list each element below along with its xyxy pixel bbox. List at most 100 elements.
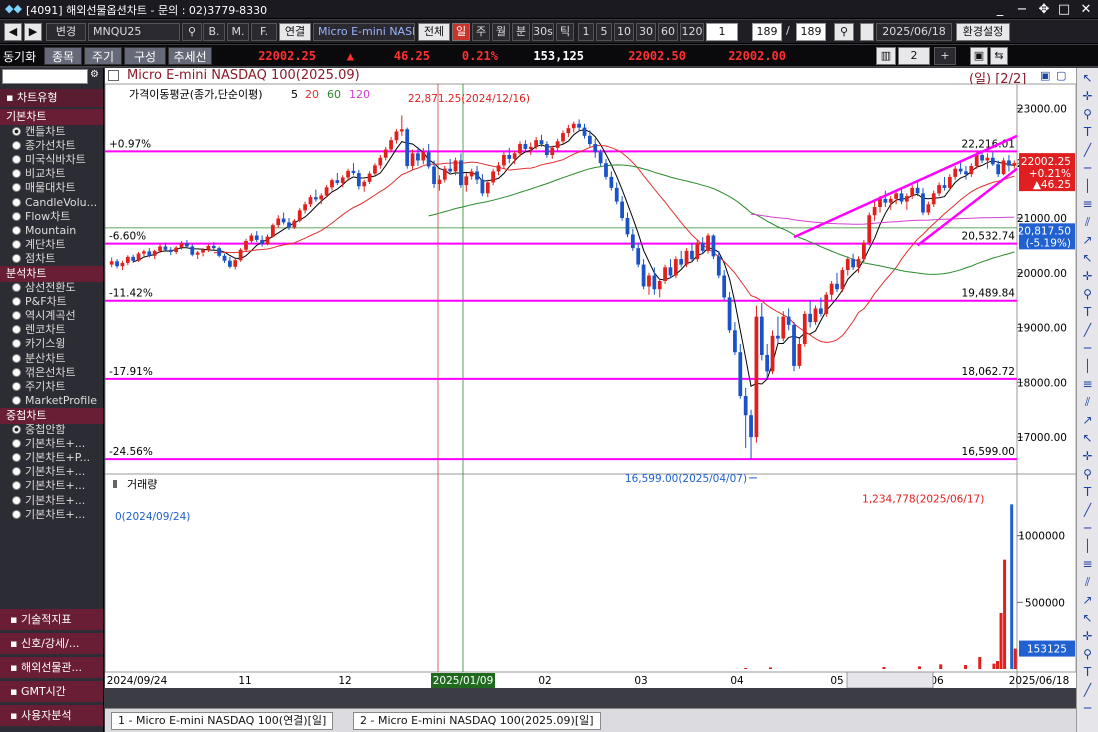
fibonacci-icon[interactable]: ≡ <box>1079 196 1096 213</box>
chart-type-header[interactable]: ▪ 차트유형 <box>0 89 103 107</box>
interval-1-button[interactable]: 1 <box>578 23 594 41</box>
chart-type-option[interactable]: 점차트 <box>12 252 104 266</box>
crosshair-icon[interactable]: ✛ <box>1079 628 1096 645</box>
restore-icon[interactable]: − <box>1012 1 1032 18</box>
radio-icon[interactable] <box>12 367 21 377</box>
crosshair-icon[interactable]: ✛ <box>1079 88 1096 105</box>
period-month-button[interactable]: 월 <box>492 23 510 41</box>
chart-svg[interactable]: 23000.0022000.0021000.0020000.0019000.00… <box>104 83 1077 689</box>
radio-icon[interactable] <box>12 297 21 307</box>
tab-layout[interactable]: 구성 <box>124 47 166 65</box>
left-bottom-button[interactable]: ▪ GMT시간 <box>0 680 103 702</box>
add-chart-button[interactable]: + <box>934 47 956 65</box>
chart-type-option[interactable]: 비교차트 <box>12 167 104 181</box>
vertical-line-icon[interactable]: │ <box>1079 358 1096 375</box>
chart-type-option[interactable]: Mountain <box>12 224 104 238</box>
tab-period[interactable]: 주기 <box>84 47 122 65</box>
arrow-icon[interactable]: ↗ <box>1079 412 1096 429</box>
chart-type-option[interactable]: 기본차트+... <box>12 465 104 479</box>
nav-next-button[interactable]: ▶ <box>24 23 42 41</box>
all-button[interactable]: 전체 <box>418 23 450 41</box>
text-icon[interactable]: T <box>1079 304 1096 321</box>
channel-icon[interactable]: ⫽ <box>1079 574 1096 591</box>
chart-select-checkbox[interactable] <box>108 70 119 81</box>
pointer-icon[interactable]: ↖ <box>1079 70 1096 87</box>
chart-type-option[interactable]: 종가선차트 <box>12 139 104 153</box>
left-bottom-button[interactable]: ▪ 해외선물관... <box>0 656 103 678</box>
chart-restore-icon[interactable]: ▣ <box>1040 69 1050 82</box>
interval-5-button[interactable]: 5 <box>596 23 612 41</box>
chart-area[interactable]: 23000.0022000.0021000.0020000.0019000.00… <box>104 83 1077 689</box>
symbol-code-input[interactable]: MNQU25 <box>88 23 180 41</box>
tab-symbol[interactable]: 종목 <box>44 47 82 65</box>
radio-icon[interactable] <box>12 239 21 249</box>
crosshair-icon[interactable]: ✛ <box>1079 448 1096 465</box>
radio-icon[interactable] <box>12 509 21 519</box>
f-button[interactable]: F. <box>251 23 277 41</box>
horizontal-line-icon[interactable]: ─ <box>1079 160 1096 177</box>
left-bottom-button[interactable]: ▪ 기술적지표 <box>0 608 103 630</box>
radio-icon[interactable] <box>12 127 21 136</box>
chart-type-option[interactable]: 삼선전환도 <box>12 281 104 295</box>
radio-icon[interactable] <box>12 495 21 505</box>
symbol-search-icon[interactable]: ⚲ <box>182 23 202 41</box>
interval-120-button[interactable]: 120 <box>680 23 704 41</box>
radio-icon[interactable] <box>12 183 21 193</box>
chart-type-option[interactable]: 기본차트+... <box>12 494 104 508</box>
chart-close-icon[interactable]: ▢ <box>1056 69 1066 82</box>
nav-prev-button[interactable]: ◀ <box>4 23 22 41</box>
count-input[interactable]: 189 <box>752 23 782 41</box>
move-icon[interactable]: ✥ <box>1034 1 1054 18</box>
chart-type-option[interactable]: 매물대차트 <box>12 181 104 195</box>
left-search-input[interactable] <box>2 69 88 84</box>
close-icon[interactable]: ✕ <box>1076 1 1096 18</box>
chart-type-option[interactable]: 분산차트 <box>12 352 104 366</box>
radio-icon[interactable] <box>12 211 21 221</box>
crosshair-icon[interactable]: ✛ <box>1079 268 1096 285</box>
pointer-icon[interactable]: ↖ <box>1079 430 1096 447</box>
text-icon[interactable]: T <box>1079 664 1096 681</box>
radio-icon[interactable] <box>12 311 21 321</box>
chart-type-option[interactable]: 렌코차트 <box>12 323 104 337</box>
chart-type-option[interactable]: Flow차트 <box>12 210 104 224</box>
radio-icon[interactable] <box>12 155 21 165</box>
trendline-icon[interactable]: ╱ <box>1079 142 1096 159</box>
radio-icon[interactable] <box>12 141 21 151</box>
tab-chart-1[interactable]: 1 - Micro E-mini NASDAQ 100(연결)[일] <box>111 712 334 730</box>
radio-icon[interactable] <box>12 197 21 207</box>
channel-icon[interactable]: ⫽ <box>1079 214 1096 231</box>
radio-icon[interactable] <box>12 169 21 179</box>
chart-type-option[interactable]: CandleVolu... <box>12 196 104 210</box>
radio-icon[interactable] <box>12 467 21 477</box>
radio-icon[interactable] <box>12 225 21 235</box>
period-tick-button[interactable]: 틱 <box>556 23 574 41</box>
radio-icon[interactable] <box>12 283 21 292</box>
interval-10-button[interactable]: 10 <box>614 23 634 41</box>
m-button[interactable]: M. <box>227 23 249 41</box>
radio-icon[interactable] <box>12 481 21 491</box>
chart-type-option[interactable]: 주기차트 <box>12 380 104 394</box>
period-minute-button[interactable]: 분 <box>512 23 530 41</box>
date-checkbox[interactable] <box>860 23 874 41</box>
settings-button[interactable]: 환경설정 <box>956 23 1010 41</box>
pointer-icon[interactable]: ↖ <box>1079 250 1096 267</box>
radio-icon[interactable] <box>12 439 21 449</box>
pointer-icon[interactable]: ↖ <box>1079 610 1096 627</box>
trendline-icon[interactable]: ╱ <box>1079 502 1096 519</box>
zoom-icon[interactable]: ⚲ <box>1079 466 1096 483</box>
left-bottom-button[interactable]: ▪ 신호/강세/... <box>0 632 103 654</box>
chart-type-option[interactable]: MarketProfile <box>12 394 104 408</box>
change-button[interactable]: 변경 <box>46 23 86 41</box>
radio-icon[interactable] <box>12 339 21 349</box>
radio-icon[interactable] <box>12 353 21 363</box>
b-button[interactable]: B. <box>203 23 225 41</box>
chart-type-option[interactable]: 기본차트+P... <box>12 451 104 465</box>
channel-icon[interactable]: ⫽ <box>1079 394 1096 411</box>
interval-input[interactable]: 1 <box>706 23 738 41</box>
radio-icon[interactable] <box>12 395 21 405</box>
arrow-icon[interactable]: ↗ <box>1079 232 1096 249</box>
vertical-line-icon[interactable]: │ <box>1079 538 1096 555</box>
fibonacci-icon[interactable]: ≡ <box>1079 376 1096 393</box>
chart-type-option[interactable]: 중첩안함 <box>12 423 104 437</box>
horizontal-line-icon[interactable]: ─ <box>1079 340 1096 357</box>
